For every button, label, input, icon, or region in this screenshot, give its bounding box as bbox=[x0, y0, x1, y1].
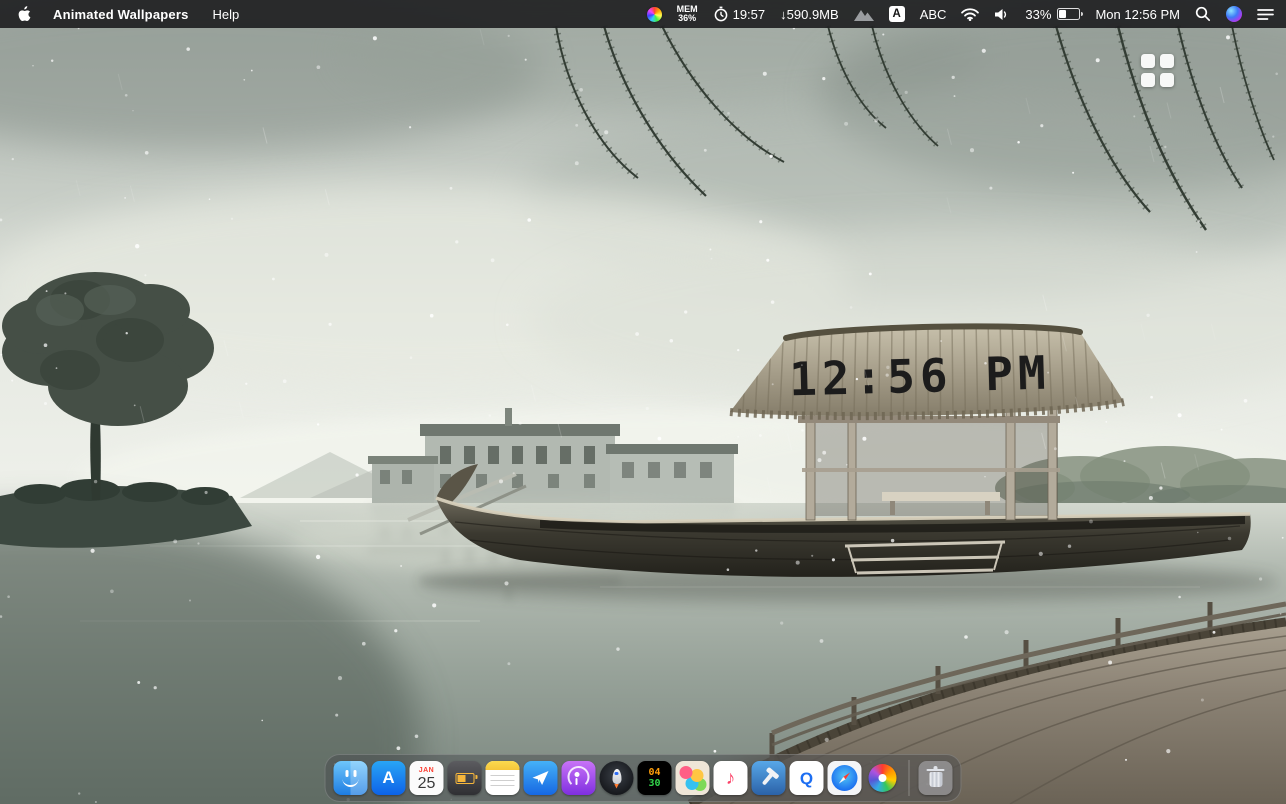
dock-wallpapers-app-icon[interactable] bbox=[866, 761, 900, 795]
battery-glyph bbox=[455, 773, 474, 784]
dock-trash-icon[interactable] bbox=[919, 761, 953, 795]
podcasts-ring bbox=[568, 766, 590, 788]
dock-safari-icon[interactable] bbox=[828, 761, 862, 795]
dock-calendar-icon[interactable]: JAN 25 bbox=[410, 761, 444, 795]
dock-stickers-icon[interactable] bbox=[676, 761, 710, 795]
dock-battery-widget-icon[interactable] bbox=[448, 761, 482, 795]
app-store-letter: A bbox=[382, 768, 394, 788]
date-app-top: 04 bbox=[648, 767, 660, 778]
finder-face bbox=[346, 770, 349, 777]
menubar-clock[interactable]: Mon 12:56 PM bbox=[1095, 7, 1180, 22]
clock-icon bbox=[713, 6, 729, 22]
battery-icon bbox=[1057, 8, 1080, 20]
music-note-glyph: ♪ bbox=[726, 769, 736, 788]
wallpaper-app-statusbar-icon[interactable] bbox=[647, 7, 662, 22]
timer-status-item[interactable]: 19:57 bbox=[713, 6, 766, 22]
memory-value: 36% bbox=[678, 14, 696, 24]
wallpaper-scene: 12:56 PM bbox=[0, 0, 1286, 804]
calendar-day: 25 bbox=[418, 775, 436, 792]
timer-value: 19:57 bbox=[733, 7, 766, 22]
dock-blue-app-icon[interactable] bbox=[524, 761, 558, 795]
launchpad-tile bbox=[1160, 73, 1174, 87]
dock-app-store-icon[interactable]: A bbox=[372, 761, 406, 795]
network-throughput-item[interactable]: ↓590.9MB bbox=[780, 7, 839, 22]
paper-plane-glyph bbox=[533, 771, 549, 785]
dock-podcasts-icon[interactable] bbox=[562, 761, 596, 795]
network-down-value: ↓590.9MB bbox=[780, 7, 839, 22]
volume-icon[interactable] bbox=[994, 8, 1010, 21]
battery-percent: 33% bbox=[1025, 7, 1051, 22]
dock-q-app-icon[interactable]: Q bbox=[790, 761, 824, 795]
apple-menu[interactable] bbox=[12, 6, 41, 22]
input-layout-label[interactable]: ABC bbox=[920, 7, 947, 22]
battery-status-item[interactable]: 33% bbox=[1025, 7, 1080, 22]
pavilion-clock-text: 12:56 PM bbox=[788, 346, 1051, 407]
launchpad-tile bbox=[1141, 54, 1155, 68]
date-app-bottom: 30 bbox=[648, 778, 660, 789]
safari-needle bbox=[833, 767, 856, 790]
q-app-letter: Q bbox=[800, 770, 813, 787]
dock-notes-icon[interactable] bbox=[486, 761, 520, 795]
memory-status-item[interactable]: MEM 36% bbox=[677, 5, 698, 24]
launchpad-grid-button[interactable] bbox=[1141, 54, 1174, 87]
dock: A JAN 25 04 30 ♪ Q bbox=[325, 754, 962, 802]
input-source-icon[interactable]: A bbox=[889, 6, 905, 22]
menu-bar: Animated Wallpapers Help MEM 36% 19:57 ↓… bbox=[0, 0, 1286, 28]
rocket-glyph bbox=[612, 769, 621, 784]
search-icon[interactable] bbox=[1195, 6, 1211, 22]
notification-center-icon[interactable] bbox=[1257, 8, 1274, 21]
calendar-month: JAN bbox=[419, 767, 435, 775]
active-app-menu[interactable]: Animated Wallpapers bbox=[41, 7, 201, 22]
dock-date-app-icon[interactable]: 04 30 bbox=[638, 761, 672, 795]
stickers-glyph bbox=[680, 766, 693, 779]
apple-logo-icon bbox=[18, 6, 31, 22]
color-pinwheel-glyph bbox=[869, 764, 897, 792]
siri-icon[interactable] bbox=[1226, 6, 1242, 22]
menu-bar-status-area: MEM 36% 19:57 ↓590.9MB A ABC bbox=[647, 5, 1274, 24]
dock-music-icon[interactable]: ♪ bbox=[714, 761, 748, 795]
launchpad-tile bbox=[1160, 54, 1174, 68]
wifi-icon[interactable] bbox=[961, 7, 979, 21]
launchpad-tile bbox=[1141, 73, 1155, 87]
dock-rocket-app-icon[interactable] bbox=[600, 761, 634, 795]
help-menu[interactable]: Help bbox=[201, 7, 252, 22]
menu-bar-left: Animated Wallpapers Help bbox=[12, 6, 251, 22]
dock-separator bbox=[909, 760, 910, 796]
trash-glyph bbox=[929, 772, 942, 787]
mountain-statusbar-icon[interactable] bbox=[854, 7, 874, 21]
podcasts-person bbox=[574, 772, 579, 777]
hammer-glyph bbox=[762, 771, 775, 786]
dock-finder-icon[interactable] bbox=[334, 761, 368, 795]
dock-tools-app-icon[interactable] bbox=[752, 761, 786, 795]
safari-compass bbox=[832, 765, 858, 791]
